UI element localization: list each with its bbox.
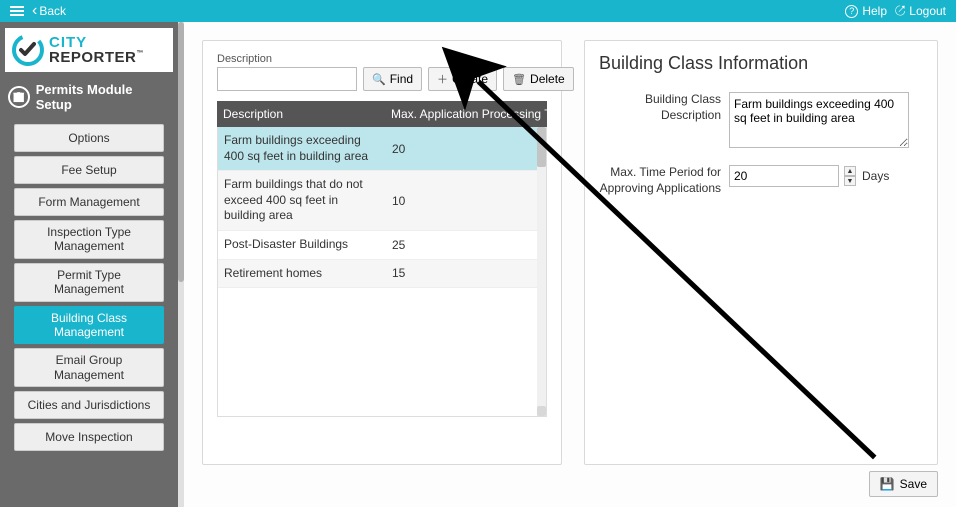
search-icon: 🔍	[372, 73, 386, 86]
sidebar-item-7[interactable]: Cities and Jurisdictions	[14, 391, 164, 419]
table-cell-val: 15	[388, 266, 546, 280]
sidebar-item-0[interactable]: Options	[14, 124, 164, 152]
table-row[interactable]: Retirement homes15	[218, 260, 546, 289]
grid-header-max[interactable]: Max. Application Processing Time ...	[387, 107, 547, 121]
logo-text-reporter: REPORTER	[49, 49, 136, 66]
logout-label: Logout	[909, 4, 946, 18]
module-header: Permits Module Setup	[0, 82, 178, 112]
table-cell-desc: Post-Disaster Buildings	[218, 237, 388, 253]
list-panel: Description 🔍 Find ＋ Create 🗑 Delete	[202, 40, 562, 465]
table-cell-desc: Retirement homes	[218, 266, 388, 282]
desc-field-label: Building Class Description	[599, 92, 729, 151]
desc-textarea[interactable]	[729, 92, 909, 148]
logout-icon	[895, 3, 905, 19]
help-label: Help	[862, 4, 887, 18]
save-button[interactable]: 💾 Save	[869, 471, 938, 497]
delete-button[interactable]: 🗑 Delete	[503, 67, 574, 91]
time-unit: Days	[862, 169, 889, 183]
logo-mark-icon	[11, 33, 45, 67]
search-input[interactable]	[217, 67, 357, 91]
table-cell-val: 20	[388, 142, 546, 156]
back-button[interactable]: Back	[32, 3, 66, 19]
table-row[interactable]: Farm buildings that do not exceed 400 sq…	[218, 171, 546, 231]
grid-header-desc[interactable]: Description	[217, 107, 387, 121]
help-icon: ?	[845, 5, 858, 18]
table-cell-desc: Farm buildings that do not exceed 400 sq…	[218, 177, 388, 224]
search-label: Description	[217, 53, 547, 65]
sidebar-item-8[interactable]: Move Inspection	[14, 423, 164, 451]
table-row[interactable]: Farm buildings exceeding 400 sq feet in …	[218, 127, 546, 171]
find-button[interactable]: 🔍 Find	[363, 67, 422, 91]
chevron-left-icon	[32, 3, 37, 19]
sidebar-item-2[interactable]: Form Management	[14, 188, 164, 216]
grid-header: Description Max. Application Processing …	[217, 101, 547, 127]
create-button[interactable]: ＋ Create	[428, 67, 497, 91]
trash-icon: 🗑	[512, 73, 526, 86]
time-field-label: Max. Time Period for Approving Applicati…	[599, 165, 729, 196]
sidebar-item-4[interactable]: Permit Type Management	[14, 263, 164, 302]
find-label: Find	[390, 72, 413, 86]
sidebar-item-3[interactable]: Inspection Type Management	[14, 220, 164, 259]
logout-button[interactable]: Logout	[895, 3, 946, 19]
grid-scrollbar-thumb-top[interactable]	[537, 127, 546, 167]
logo-text-city: CITY	[49, 35, 144, 50]
module-title: Permits Module Setup	[36, 82, 170, 112]
sidebar: CITY REPORTER™ Permits Module Setup Opti…	[0, 22, 178, 507]
save-icon: 💾	[880, 477, 895, 491]
detail-panel: Building Class Information Building Clas…	[584, 40, 938, 465]
delete-label: Delete	[530, 72, 565, 86]
grid-body: Farm buildings exceeding 400 sq feet in …	[217, 127, 547, 417]
grid-scrollbar[interactable]	[537, 127, 546, 416]
menu-icon[interactable]	[10, 6, 24, 16]
logo: CITY REPORTER™	[5, 28, 173, 72]
help-button[interactable]: ? Help	[845, 4, 887, 18]
table-row[interactable]: Post-Disaster Buildings25	[218, 231, 546, 260]
grid-scrollbar-thumb-bottom[interactable]	[537, 406, 546, 416]
table-cell-desc: Farm buildings exceeding 400 sq feet in …	[218, 133, 388, 164]
spinner-up-icon[interactable]: ▲	[844, 166, 856, 176]
save-label: Save	[900, 477, 927, 491]
detail-title: Building Class Information	[599, 53, 923, 74]
table-cell-val: 10	[388, 194, 546, 208]
sidebar-item-1[interactable]: Fee Setup	[14, 156, 164, 184]
time-input[interactable]	[729, 165, 839, 187]
sidebar-item-5[interactable]: Building Class Management	[14, 306, 164, 345]
plus-icon: ＋	[437, 71, 448, 87]
table-cell-val: 25	[388, 238, 546, 252]
create-label: Create	[452, 72, 488, 86]
module-icon	[8, 86, 30, 108]
sidebar-item-6[interactable]: Email Group Management	[14, 348, 164, 387]
spinner-down-icon[interactable]: ▼	[844, 176, 856, 186]
back-label: Back	[39, 4, 66, 18]
logo-tm: ™	[136, 50, 144, 57]
